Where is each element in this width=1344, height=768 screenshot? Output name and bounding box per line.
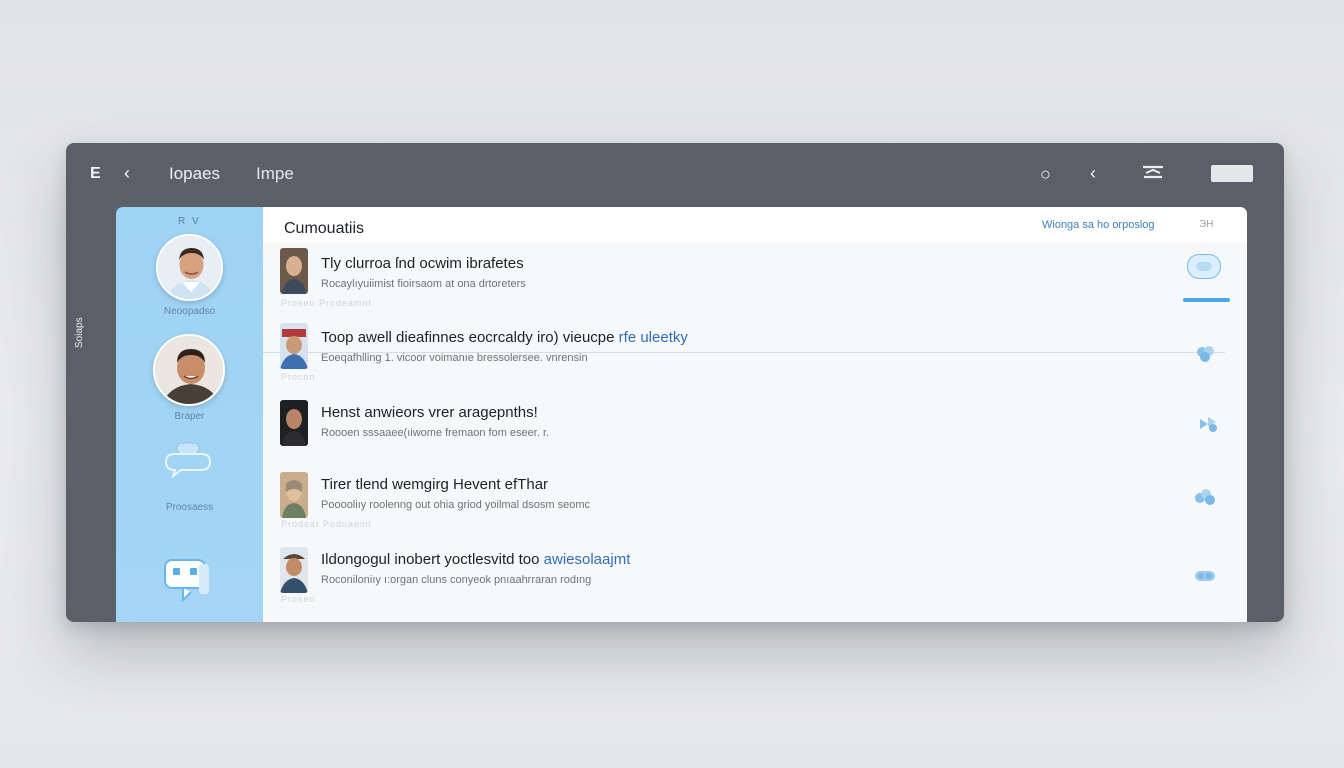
tab-impe[interactable]: Impe bbox=[256, 164, 294, 184]
row-action-icon[interactable] bbox=[1192, 487, 1218, 509]
sidebar-item-label: Braper bbox=[174, 411, 205, 422]
header-close-button[interactable]: ЭН bbox=[1199, 219, 1213, 230]
sidebar-item-label: Proosaess bbox=[165, 502, 214, 513]
row-action-icon[interactable] bbox=[1195, 413, 1221, 435]
robot-chat-icon[interactable] bbox=[161, 552, 213, 604]
list-item-subtitle: Roconiloniıy ı:organ cluns conyeok pnıaa… bbox=[321, 574, 592, 586]
list-item-subtitle: Pooooliıy roolenng out ohia griod yoilma… bbox=[321, 499, 591, 511]
list-item-subtitle: Eoeqafhlling 1. vicoor voimanıe bressole… bbox=[321, 352, 588, 364]
thumbnail-photo bbox=[280, 248, 308, 294]
row-action-icon[interactable] bbox=[1193, 343, 1219, 365]
list-item-meta: Prodeat Poduaemt bbox=[281, 519, 373, 529]
avatar-contact-1[interactable] bbox=[156, 234, 223, 301]
list-item[interactable]: Henst anwieors vrer aragepnths! Roooen s… bbox=[263, 392, 1247, 464]
page-title: Cumouatiis bbox=[284, 220, 365, 237]
thumbnail-photo bbox=[280, 323, 308, 369]
list-item[interactable]: Toop awell dieafinnes eocrcaldy iro) vie… bbox=[263, 317, 1247, 389]
inbox-icon[interactable] bbox=[1142, 165, 1164, 181]
content-header: Cumouatiis Wionga sa ho orposlog ЭН bbox=[263, 207, 1247, 243]
list-item-title: Tly clurroa ſnd ocwim ibrafetes bbox=[321, 255, 524, 272]
list-item[interactable]: Tly clurroa ſnd ocwim ibrafetes Rocaylıy… bbox=[263, 243, 1247, 315]
thumbnail-photo bbox=[280, 400, 308, 446]
share-icon[interactable]: ‹ bbox=[1090, 163, 1096, 184]
sidebar-mini-label: R V bbox=[178, 216, 201, 227]
list-item-subtitle: Roooen sssaaee(ıiwome fremaon fom eseer.… bbox=[321, 427, 550, 439]
tab-iopaes[interactable]: Iopaes bbox=[169, 164, 220, 184]
list-item-title: Ildongogul inobert yoctlesvitd too awies… bbox=[321, 551, 631, 568]
list-item[interactable]: Tirer tlend wemgirg Hevent efThar Pooool… bbox=[263, 464, 1247, 536]
chat-bubble-icon[interactable] bbox=[163, 442, 213, 479]
list-item-title: Henst anwieors vrer aragepnths! bbox=[321, 404, 538, 421]
list-item-subtitle: Rocaylıyuiimist fioirsaom at ona drtoret… bbox=[321, 278, 526, 290]
list-item-title: Tirer tlend wemgirg Hevent efThar bbox=[321, 476, 549, 493]
window-control-button[interactable] bbox=[1211, 165, 1253, 182]
sidebar: R V Neoopadso Braper Proosaess bbox=[116, 207, 263, 622]
list-item-meta: Prosen bbox=[281, 594, 316, 604]
menu-icon[interactable]: E bbox=[90, 165, 101, 183]
sidebar-item-label: Neoopadso bbox=[163, 306, 216, 317]
avatar-contact-2[interactable] bbox=[153, 334, 225, 406]
list-item-title: Toop awell dieafinnes eocrcaldy iro) vie… bbox=[321, 329, 688, 346]
app-window: E ‹ Iopaes Impe ○ ‹ R V Neoopadso Braper… bbox=[66, 143, 1284, 622]
search-icon[interactable]: ○ bbox=[1040, 164, 1051, 185]
list-item-meta: Prosen Prodeamnt bbox=[281, 298, 373, 308]
vertical-side-label: Soiaps bbox=[74, 317, 85, 348]
main-panel: Cumouatiis Wionga sa ho orposlog ЭН Tly … bbox=[263, 207, 1247, 622]
list-item[interactable]: Ildongogul inobert yoctlesvitd too awies… bbox=[263, 539, 1247, 611]
list-item-meta: Procon bbox=[281, 372, 316, 382]
header-link[interactable]: Wionga sa ho orposlog bbox=[1042, 219, 1155, 231]
thumbnail-photo bbox=[280, 547, 308, 593]
title-bar: E ‹ Iopaes Impe ○ ‹ bbox=[66, 143, 1284, 207]
thumbnail-photo bbox=[280, 472, 308, 518]
row-action-icon[interactable] bbox=[1192, 565, 1218, 587]
back-arrow-icon[interactable]: ‹ bbox=[124, 163, 130, 184]
